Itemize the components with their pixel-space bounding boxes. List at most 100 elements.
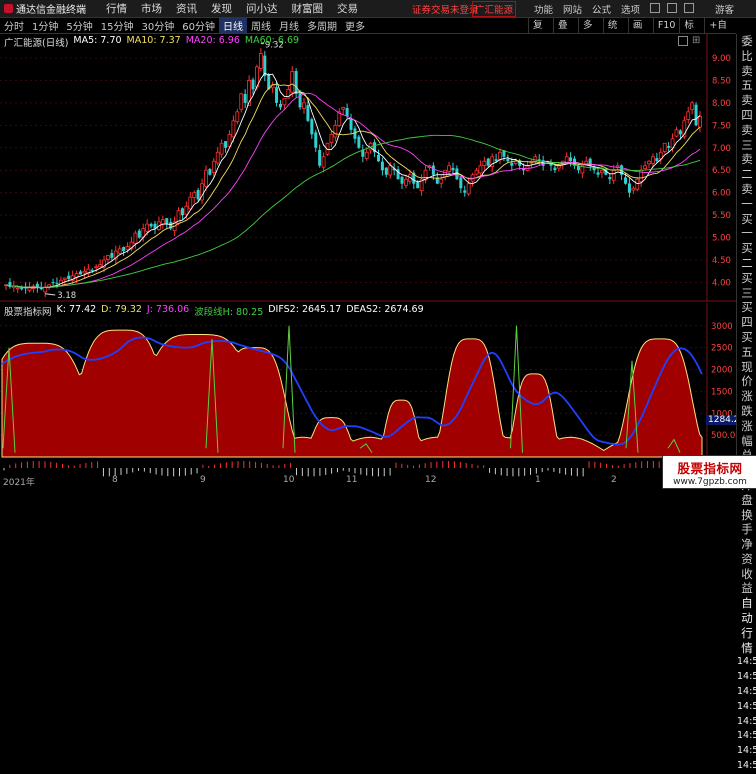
menu-item-trade[interactable]: 交易 [337, 1, 358, 16]
y-tick-label: 5.50 [712, 211, 731, 221]
ma10-value: MA10: 7.37 [126, 35, 181, 46]
indicator-svg: 30002500200015001000500.00 [0, 303, 741, 487]
side-panel-item[interactable]: 14:56 [737, 655, 756, 670]
menu-item-ask[interactable]: 问小达 [246, 1, 278, 16]
side-panel-item[interactable]: 涨跌 [737, 389, 756, 419]
side-panel-item[interactable]: 换手 [737, 508, 756, 538]
k-value: K: 77.42 [56, 304, 97, 315]
app-title: 通达信金融终端 [16, 5, 86, 16]
candle-body [294, 71, 298, 94]
candle-body [345, 108, 349, 117]
candle-body [239, 93, 244, 110]
tab-60min[interactable]: 60分钟 [178, 18, 219, 33]
kline-chart[interactable]: 9.00 8.50 8.00 7.50 7.00 6.50 6.00 5.50 5.00 4.50… [0, 34, 736, 302]
side-panel-item[interactable]: 14:56 [737, 715, 756, 730]
candle-body [188, 196, 193, 210]
side-panel-item[interactable]: 14:56 [737, 700, 756, 715]
tab-daily[interactable]: 日线 [218, 18, 247, 33]
candle-body [149, 223, 153, 227]
side-panel-item[interactable]: 14:56 [737, 759, 756, 774]
candle-body [251, 79, 255, 90]
candle-body [647, 160, 651, 165]
side-panel-item[interactable]: 14:56 [737, 670, 756, 685]
app-logo: 通达信金融终端 [0, 1, 90, 16]
candle-body [416, 182, 420, 189]
tab-5min[interactable]: 5分钟 [62, 18, 96, 33]
side-panel-item[interactable]: 涨幅 [737, 419, 756, 449]
menu-item-quotes[interactable]: 行情 [106, 1, 127, 16]
side-panel-item[interactable]: 卖二 [737, 152, 756, 182]
side-panel-item[interactable]: 卖一 [737, 182, 756, 212]
menu-item-formula[interactable]: 公式 [592, 2, 611, 16]
side-panel-item[interactable]: 收益 [737, 567, 756, 597]
indicator-chart[interactable]: 30002500200015001000500.00 股票指标网 K: 77.4… [0, 303, 748, 487]
side-panel-item[interactable]: 卖五 [737, 64, 756, 94]
menu-item-options[interactable]: 选项 [621, 2, 640, 16]
difs-value: DIFS2: 2645.17 [268, 304, 342, 315]
side-panel-item[interactable]: 净资 [737, 537, 756, 567]
candle-body [698, 115, 702, 128]
candle-body [78, 271, 82, 275]
tab-multi-period[interactable]: 多周期 [303, 18, 341, 33]
tab-weekly[interactable]: 周线 [247, 18, 275, 33]
stock-brand-badge[interactable]: 广汇能源 [472, 1, 517, 17]
candle-body [694, 104, 698, 126]
y-tick-label: 8.50 [712, 76, 731, 86]
login-notice[interactable]: 证券交易未登录 [412, 2, 479, 16]
maximize-icon[interactable] [684, 3, 694, 13]
side-panel-item[interactable]: 买四 [737, 300, 756, 330]
tab-monthly[interactable]: 月线 [275, 18, 303, 33]
side-panel-item[interactable]: 14:56 [737, 729, 756, 744]
minimize-icon[interactable] [667, 3, 677, 13]
menu-item-discover[interactable]: 发现 [211, 1, 232, 16]
tab-1min[interactable]: 1分钟 [28, 18, 62, 33]
timeframe-toolbar: 分时 1分钟 5分钟 15分钟 30分钟 60分钟 日线 周线 月线 多周期 更… [0, 18, 736, 48]
side-panel-item[interactable]: 14:56 [737, 685, 756, 700]
chart-close-icon[interactable]: ⊞ [692, 35, 700, 46]
tab-30min[interactable]: 30分钟 [137, 18, 178, 33]
x-label-aug: 8 [112, 475, 118, 485]
side-panel-item[interactable]: 卖三 [737, 123, 756, 153]
tab-timeshare[interactable]: 分时 [0, 18, 28, 33]
candle-body [643, 165, 648, 170]
side-panel-item[interactable]: 委比 [737, 34, 756, 64]
candle-body [314, 132, 318, 148]
window-layout-icon[interactable] [650, 3, 660, 13]
y-tick-label: 9.00 [712, 54, 731, 64]
candle-body [569, 157, 573, 162]
indicator-name: 股票指标网 [4, 307, 52, 318]
logo-icon [4, 4, 13, 13]
candle-body [635, 178, 640, 190]
side-panel-item[interactable]: 买一 [737, 212, 756, 242]
y-tick-label: 1500 [711, 387, 733, 397]
candle-body [631, 187, 636, 191]
candle-body [388, 165, 393, 176]
side-panel-item[interactable]: 买五 [737, 330, 756, 360]
candle-body [290, 71, 295, 93]
guest-label[interactable]: 游客 [715, 2, 734, 16]
side-panel-item[interactable]: 自动 [737, 596, 756, 626]
menu-item-news[interactable]: 资讯 [176, 1, 197, 16]
menu-item-website[interactable]: 网站 [563, 2, 582, 16]
side-panel-item[interactable]: 行情 [737, 626, 756, 656]
side-panel-item[interactable]: 卖四 [737, 93, 756, 123]
x-label-feb: 2 [611, 475, 617, 485]
candle-body [282, 97, 287, 106]
low-annotation: 3.18 [57, 291, 76, 301]
candle-body [459, 177, 463, 189]
tab-15min[interactable]: 15分钟 [97, 18, 138, 33]
menu-item-function[interactable]: 功能 [534, 2, 553, 16]
tab-more[interactable]: 更多 [341, 18, 369, 33]
side-panel-item[interactable]: 买三 [737, 271, 756, 301]
menu-item-wealth[interactable]: 财富圈 [292, 1, 324, 16]
candle-body [224, 141, 228, 148]
y-tick-label: 4.50 [712, 256, 731, 266]
side-panel-item[interactable]: 买二 [737, 241, 756, 271]
candle-body [357, 136, 361, 148]
wave-value: 波段线H: 80.25 [194, 307, 264, 318]
chart-menu-icon[interactable] [678, 36, 688, 46]
candle-body [82, 270, 87, 274]
menu-item-market[interactable]: 市场 [141, 1, 162, 16]
side-panel-item[interactable]: 14:56 [737, 744, 756, 759]
side-panel-item[interactable]: 现价 [737, 360, 756, 390]
